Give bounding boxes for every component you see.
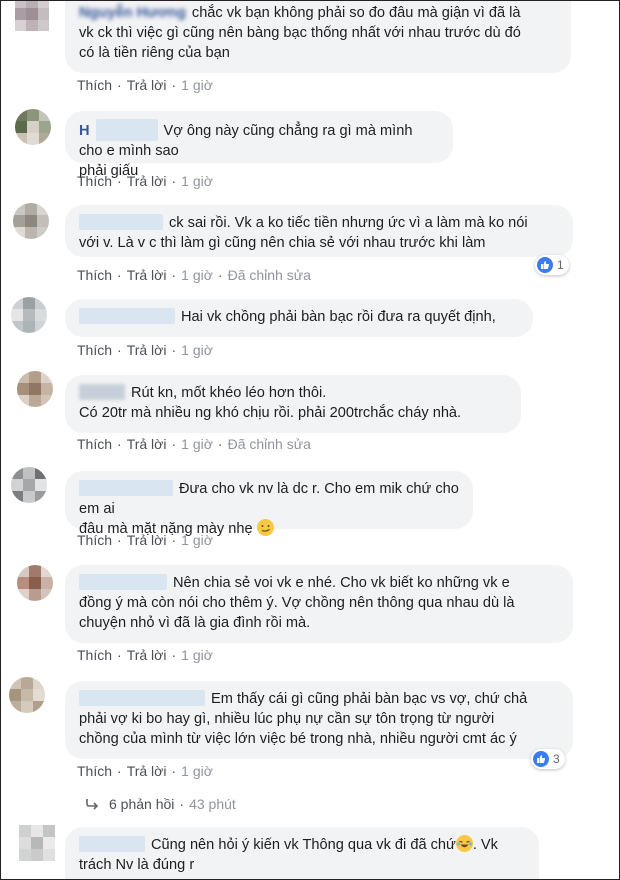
- comment-bubble: ck sai rồi. Vk a ko tiếc tiền nhưng ức v…: [65, 205, 573, 257]
- comment-bubble: Nên chia sẻ voi vk e nhé. Cho vk biết ko…: [65, 565, 573, 643]
- reaction-count[interactable]: 1: [535, 255, 569, 275]
- avatar[interactable]: [9, 677, 45, 713]
- comment-text-line: Rút kn, mốt khéo léo hơn thôi.: [131, 385, 327, 401]
- avatar[interactable]: [15, 1, 49, 31]
- comments-panel: Nguyễn Hương chắc vk bạn không phải so đo…: [0, 0, 620, 880]
- commenter-name-redacted[interactable]: [79, 308, 175, 324]
- reply-link[interactable]: Trả lời: [127, 436, 167, 452]
- avatar[interactable]: [13, 203, 49, 239]
- comment-actions: Thích · Trả lời · 1 giờ · Đã chỉnh sửa: [77, 267, 311, 283]
- reply-link[interactable]: Trả lời: [127, 173, 167, 189]
- comment-actions: Thích · Trả lời · 1 giờ: [77, 763, 213, 779]
- comment-time[interactable]: 1 giờ: [181, 532, 213, 548]
- comment-bubble: Rút kn, mốt khéo léo hơn thôi. Có 20tr m…: [65, 375, 521, 433]
- comment-text-line: trách Nv là đúng r: [79, 857, 195, 873]
- like-link[interactable]: Thích: [77, 647, 112, 663]
- smirk-emoji-icon: [256, 519, 274, 536]
- comment-bubble: Hai vk chồng phải bàn bạc rồi đưa ra quy…: [65, 299, 533, 337]
- comment-text-line: chuyện nhỏ vì đã là gia đình rồi mà.: [79, 615, 311, 631]
- edited-label[interactable]: Đã chỉnh sửa: [228, 436, 311, 452]
- comment-time[interactable]: 1 giờ: [181, 173, 213, 189]
- comment-text-line: vk ck thì việc gì cũng nên bàng bạc thốn…: [79, 25, 521, 41]
- comment-text-line: Cũng nên hỏi ý kiến vk Thông qua vk đi đ…: [151, 837, 456, 853]
- reply-link[interactable]: Trả lời: [127, 267, 167, 283]
- comment-actions: Thích · Trả lời · 1 giờ: [77, 173, 213, 189]
- comment-actions: Thích · Trả lời · 1 giờ: [77, 647, 213, 663]
- reply-link[interactable]: Trả lời: [127, 763, 167, 779]
- like-icon: [533, 751, 549, 767]
- comment-time[interactable]: 1 giờ: [181, 763, 213, 779]
- like-link[interactable]: Thích: [77, 763, 112, 779]
- comment-bubble: Đưa cho vk nv là dc r. Cho em mik chứ ch…: [65, 471, 473, 537]
- avatar[interactable]: [15, 109, 51, 145]
- avatar[interactable]: [17, 565, 53, 601]
- like-link[interactable]: Thích: [77, 532, 112, 548]
- comment-time[interactable]: 1 giờ: [181, 77, 213, 93]
- comment-text-line: với v. Là v c thì làm gì cũng nên chia s…: [79, 235, 486, 251]
- comment-actions: Thích · Trả lời · 1 giờ: [77, 342, 213, 358]
- comment-bubble: Cũng nên hỏi ý kiến vk Thông qua vk đi đ…: [65, 827, 539, 879]
- like-link[interactable]: Thích: [77, 436, 112, 452]
- comment-text-line: chắc vk bạn không phải so đo đâu mà giận…: [191, 5, 521, 21]
- comment-actions: Thích · Trả lời · 1 giờ · Đã chỉnh sửa: [77, 436, 311, 452]
- comment-time[interactable]: 1 giờ: [181, 436, 213, 452]
- comment-text-trail: . Vk: [472, 837, 498, 853]
- commenter-name-redacted[interactable]: [79, 690, 205, 706]
- reply-link[interactable]: Trả lời: [127, 647, 167, 663]
- edited-label[interactable]: Đã chỉnh sửa: [228, 267, 311, 283]
- reply-link[interactable]: Trả lời: [127, 532, 167, 548]
- like-link[interactable]: Thích: [77, 342, 112, 358]
- reaction-count[interactable]: 3: [531, 749, 565, 769]
- laughing-emoji-icon: [455, 835, 473, 852]
- comment-text-line: đồng ý mà còn nói cho thêm ý. Vợ chồng n…: [79, 595, 515, 611]
- commenter-name-redacted[interactable]: [79, 384, 125, 400]
- comment-bubble: Nguyễn Hương chắc vk bạn không phải so đo…: [65, 1, 571, 73]
- comment-time[interactable]: 1 giờ: [181, 267, 213, 283]
- comment-text-line: Hai vk chồng phải bàn bạc rồi đưa ra quy…: [181, 309, 496, 325]
- comment-text-line: ck sai rồi. Vk a ko tiếc tiền nhưng ức v…: [169, 215, 528, 231]
- comment-bubble: H Vợ ông này cũng chẳng ra gì mà mình cho…: [65, 111, 453, 179]
- commenter-name[interactable]: Nguyễn Hương: [79, 3, 186, 23]
- view-replies-link[interactable]: 6 phản hồi · 43 phút: [85, 796, 236, 812]
- comment-text-line: phải vợ ki bo hay gì, nhiều lúc phụ nự c…: [79, 711, 495, 727]
- reply-arrow-icon: [85, 798, 99, 810]
- comment-text-line: có là tiền riêng của bạn: [79, 45, 230, 61]
- avatar[interactable]: [19, 825, 55, 861]
- comment-text-line: Em thấy cái gì cũng phải bàn bạc vs vợ, …: [211, 691, 528, 707]
- comment-actions: Thích · Trả lời · 1 giờ: [77, 532, 213, 548]
- commenter-name-redacted[interactable]: [79, 836, 145, 852]
- like-link[interactable]: Thích: [77, 173, 112, 189]
- commenter-name-redacted[interactable]: [79, 480, 173, 496]
- avatar[interactable]: [17, 371, 53, 407]
- avatar[interactable]: [11, 297, 47, 333]
- comment-actions: Thích · Trả lời · 1 giờ: [77, 77, 213, 93]
- replies-count[interactable]: 6 phản hồi: [109, 796, 174, 812]
- like-link[interactable]: Thích: [77, 77, 112, 93]
- comment-text-line: chồng của mình từ việc lớn việc bé trong…: [79, 731, 517, 747]
- like-icon: [537, 257, 553, 273]
- reply-link[interactable]: Trả lời: [127, 77, 167, 93]
- comment-text-line: Có 20tr mà nhiều ng khó chịu rồi. phải 2…: [79, 405, 462, 421]
- commenter-name-redacted[interactable]: [79, 214, 163, 230]
- commenter-name-redacted[interactable]: [79, 574, 167, 590]
- commenter-name-redacted[interactable]: [95, 119, 158, 141]
- like-link[interactable]: Thích: [77, 267, 112, 283]
- comment-time[interactable]: 1 giờ: [181, 342, 213, 358]
- reply-link[interactable]: Trả lời: [127, 342, 167, 358]
- replies-time: 43 phút: [189, 796, 236, 812]
- comment-bubble: Em thấy cái gì cũng phải bàn bạc vs vợ, …: [65, 681, 573, 759]
- comment-text-line: Nên chia sẻ voi vk e nhé. Cho vk biết ko…: [173, 575, 510, 591]
- avatar[interactable]: [11, 467, 47, 503]
- commenter-name[interactable]: H: [79, 121, 90, 141]
- comment-time[interactable]: 1 giờ: [181, 647, 213, 663]
